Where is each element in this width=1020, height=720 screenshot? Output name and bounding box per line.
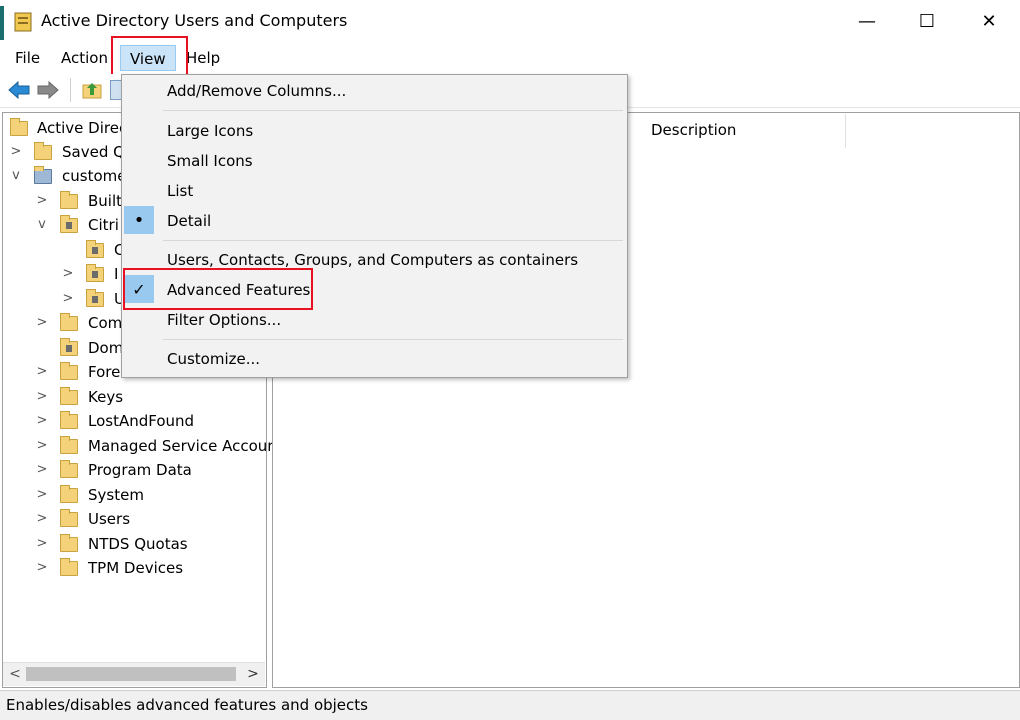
tree-item-label: System (88, 486, 144, 504)
chevron-down-icon[interactable]: v (36, 213, 48, 237)
menu-separator (163, 110, 623, 111)
aduc-app-icon (14, 12, 32, 32)
forward-arrow-icon[interactable] (37, 80, 59, 103)
chevron-right-icon[interactable]: > (62, 262, 74, 286)
chevron-right-icon[interactable]: > (36, 311, 48, 335)
tree-item-label: NTDS Quotas (88, 535, 188, 553)
menu-item-add-remove-columns[interactable]: Add/Remove Columns... (167, 77, 346, 105)
ad-root-icon (10, 118, 28, 136)
chevron-right-icon[interactable]: > (36, 434, 48, 458)
tree-item-label: Program Data (88, 461, 192, 479)
tree-item-label: Users (88, 510, 131, 528)
view-menu-highlight (111, 36, 188, 79)
chevron-right-icon[interactable]: > (36, 458, 48, 482)
tree-item-label: LostAndFound (88, 412, 195, 430)
folder-icon (34, 142, 52, 160)
scrollbar-thumb[interactable] (26, 667, 236, 681)
desktop-edge (0, 6, 4, 40)
close-icon: ✕ (981, 10, 997, 32)
menu-item-detail[interactable]: Detail (167, 207, 211, 235)
folder-icon (60, 509, 78, 527)
ou-folder-icon (86, 264, 104, 282)
chevron-right-icon[interactable]: > (36, 385, 48, 409)
tree-item-label: Dom (88, 339, 124, 357)
back-arrow-icon[interactable] (8, 80, 30, 103)
ou-folder-icon (86, 289, 104, 307)
folder-icon (60, 485, 78, 503)
menu-action[interactable]: Action (55, 47, 114, 69)
folder-icon (60, 558, 78, 576)
detail-radio-marker: • (124, 206, 154, 234)
folder-icon (60, 362, 78, 380)
status-text: Enables/disables advanced features and o… (6, 696, 368, 714)
tree-item-label: Forei (88, 363, 125, 381)
folder-icon (60, 313, 78, 331)
tree-item-label: Saved Q (62, 143, 125, 161)
menu-item-customize[interactable]: Customize... (167, 345, 260, 373)
ou-folder-icon (60, 338, 78, 356)
tree-item-label: Com (88, 314, 123, 332)
chevron-right-icon[interactable]: > (36, 483, 48, 507)
minimize-button[interactable]: — (836, 0, 898, 42)
chevron-right-icon[interactable]: > (36, 507, 48, 531)
chevron-right-icon[interactable] (62, 238, 74, 262)
chevron-right-icon[interactable]: > (36, 556, 48, 580)
tree-item-label: custome (62, 167, 127, 185)
tree-item-label: TPM Devices (88, 559, 184, 577)
tree-item-label: Managed Service Accour (88, 437, 274, 455)
minimize-icon: — (858, 10, 876, 32)
folder-icon (60, 411, 78, 429)
menu-item-filter-options[interactable]: Filter Options... (167, 306, 281, 334)
menu-item-large-icons[interactable]: Large Icons (167, 117, 253, 145)
advanced-features-highlight (123, 268, 313, 310)
folder-icon (60, 460, 78, 478)
maximize-button[interactable]: ☐ (896, 0, 958, 42)
tree-item-label: Built (88, 192, 123, 210)
tree-item-label: I (114, 265, 119, 283)
folder-icon (60, 436, 78, 454)
maximize-icon: ☐ (918, 10, 936, 32)
scroll-right-arrow-icon[interactable]: > (246, 664, 260, 684)
chevron-right-icon[interactable]: > (36, 532, 48, 556)
close-button[interactable]: ✕ (958, 0, 1020, 42)
folder-icon (60, 191, 78, 209)
menu-separator (163, 339, 623, 340)
chevron-right-icon[interactable]: > (36, 409, 48, 433)
ou-folder-icon (60, 215, 78, 233)
up-folder-icon[interactable] (82, 80, 102, 104)
chevron-right-icon[interactable]: > (10, 140, 22, 164)
domain-icon (34, 166, 52, 184)
menu-separator (163, 240, 623, 241)
menu-item-small-icons[interactable]: Small Icons (167, 147, 253, 175)
folder-icon (60, 534, 78, 552)
column-separator[interactable] (845, 114, 846, 148)
ou-folder-icon (86, 240, 104, 258)
toolbar-separator (70, 78, 71, 102)
window-title: Active Directory Users and Computers (41, 11, 348, 30)
chevron-right-icon[interactable]: > (36, 189, 48, 213)
chevron-down-icon[interactable]: v (10, 164, 22, 188)
folder-icon (60, 387, 78, 405)
chevron-right-icon[interactable]: > (36, 360, 48, 384)
tree-item-label: Citri (88, 216, 119, 234)
radio-bullet-icon: • (133, 209, 145, 231)
tree-item-label: Keys (88, 388, 124, 406)
scroll-left-arrow-icon[interactable]: < (8, 664, 22, 684)
menu-item-list[interactable]: List (167, 177, 193, 205)
chevron-right-icon[interactable]: > (62, 287, 74, 311)
column-header-description[interactable]: Description (651, 121, 736, 139)
chevron-right-icon[interactable] (36, 336, 48, 360)
menu-file[interactable]: File (9, 47, 46, 69)
